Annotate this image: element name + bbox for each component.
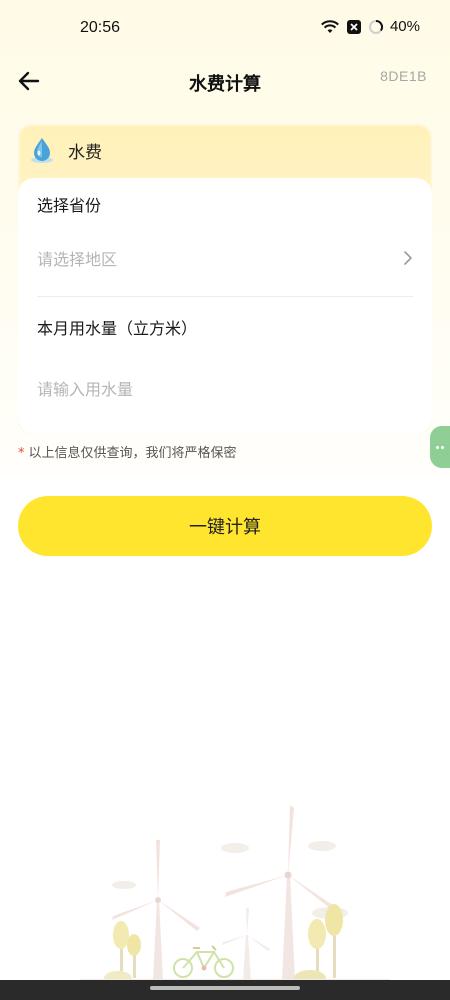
more-dot-icon [436, 445, 439, 449]
chevron-right-icon [404, 251, 412, 265]
scenery-illustration [80, 805, 390, 986]
usage-input[interactable] [37, 379, 413, 399]
form-divider [37, 296, 413, 297]
home-gesture-handle[interactable] [150, 986, 300, 990]
more-dot-icon [441, 445, 444, 449]
province-label: 选择省份 [37, 196, 102, 215]
card-header: 水费 [18, 124, 432, 176]
status-icons: 40% [320, 18, 420, 35]
windmill-icon [222, 908, 270, 980]
status-bar: 20:56 40% [0, 0, 450, 58]
water-drop-icon [31, 138, 53, 163]
floating-more-tab[interactable] [430, 426, 450, 468]
status-time: 20:56 [80, 19, 121, 36]
battery-percentage: 40% [389, 18, 420, 35]
header: 水费计算 8DE1B [0, 58, 450, 104]
province-placeholder: 请选择地区 [37, 250, 118, 269]
water-fee-card: 水费 选择省份 请选择地区 本月用水量（立方米） [18, 124, 432, 434]
notification-close-icon [346, 19, 361, 34]
usage-label: 本月用水量（立方米） [37, 319, 198, 338]
card-title: 水费 [68, 142, 102, 163]
windmill-icon [225, 805, 340, 980]
system-navigation-bar [0, 980, 450, 1000]
header-code: 8DE1B [380, 68, 427, 84]
calculate-button[interactable]: 一键计算 [18, 496, 432, 556]
bicycle-icon [173, 945, 234, 978]
province-selector[interactable]: 请选择地区 [37, 238, 413, 278]
tree-icon [113, 921, 141, 978]
privacy-notice: * 以上信息仅供查询，我们将严格保密 [18, 442, 237, 461]
battery-ring-icon [368, 19, 383, 34]
card-form: 选择省份 请选择地区 本月用水量（立方米） [18, 178, 432, 434]
wifi-icon [321, 19, 339, 33]
usage-field [37, 369, 413, 409]
notice-text: 以上信息仅供查询，我们将严格保密 [28, 446, 237, 461]
notice-star: * [18, 446, 25, 461]
